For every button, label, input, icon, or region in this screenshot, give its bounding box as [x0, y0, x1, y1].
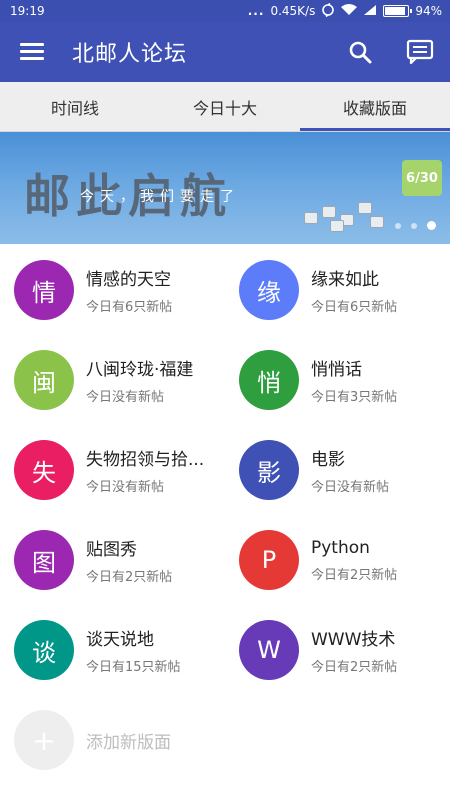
board-name: WWW技术: [311, 630, 396, 650]
wifi-icon: [341, 3, 358, 19]
add-board-label: 添加新版面: [86, 732, 171, 753]
board-name: 贴图秀: [86, 540, 137, 560]
status-bar: 19:19 ... 0.45K/s 94%: [0, 0, 450, 22]
board-item[interactable]: 图 贴图秀今日有2只新帖: [0, 515, 225, 605]
board-avatar: 谈: [14, 620, 74, 680]
board-new-posts: 今日有15只新帖: [86, 660, 181, 675]
board-new-posts: 今日有2只新帖: [311, 567, 398, 583]
add-icon: +: [14, 710, 74, 770]
board-name: 电影: [311, 450, 345, 470]
board-avatar: 图: [14, 530, 74, 590]
message-icon: [406, 39, 434, 65]
board-item[interactable]: W WWW技术今日有2只新帖: [225, 605, 450, 695]
keyboard-keys-image: [300, 192, 390, 232]
board-new-posts: 今日有6只新帖: [311, 300, 398, 315]
board-name: 缘来如此: [311, 270, 379, 290]
board-avatar: 缘: [239, 260, 299, 320]
carousel-dot[interactable]: [411, 222, 417, 229]
carousel-indicator: [395, 221, 436, 230]
board-avatar: 影: [239, 440, 299, 500]
menu-icon: [20, 43, 44, 61]
board-name: 情感的天空: [86, 270, 171, 290]
app-title: 北邮人论坛: [72, 42, 188, 67]
app-bar: 北邮人论坛: [0, 22, 450, 82]
message-button[interactable]: [390, 22, 450, 82]
board-new-posts: 今日有6只新帖: [86, 300, 173, 315]
board-item[interactable]: 情 情感的天空今日有6只新帖: [0, 245, 225, 335]
banner-subtitle: 今天，我们要走了: [80, 189, 240, 205]
menu-button[interactable]: [0, 22, 64, 82]
signal-icon: [363, 4, 377, 19]
board-avatar: 情: [14, 260, 74, 320]
search-button[interactable]: [330, 22, 390, 82]
board-avatar: 悄: [239, 350, 299, 410]
board-avatar: W: [239, 620, 299, 680]
board-item[interactable]: P Python 今日有2只新帖: [225, 515, 450, 605]
board-name: 八闽玲珑·福建: [86, 360, 194, 380]
tab-bar: 时间线 今日十大 收藏版面: [0, 82, 450, 132]
board-name: Python: [311, 537, 370, 558]
carousel-dot-active[interactable]: [427, 221, 436, 230]
board-item[interactable]: 影 电影今日没有新帖: [225, 425, 450, 515]
board-avatar: P: [239, 530, 299, 590]
battery-level: 94%: [415, 4, 442, 18]
board-item[interactable]: 谈 谈天说地今日有15只新帖: [0, 605, 225, 695]
board-new-posts: 今日有2只新帖: [86, 570, 173, 585]
board-name: 悄悄话: [311, 360, 362, 380]
board-new-posts: 今日没有新帖: [86, 480, 165, 495]
sync-icon: [321, 2, 335, 20]
board-new-posts: 今日没有新帖: [86, 390, 165, 405]
board-name: 失物招领与拾...: [86, 450, 205, 470]
add-board-button[interactable]: + 添加新版面: [0, 695, 225, 785]
board-new-posts: 今日有3只新帖: [311, 390, 398, 405]
network-speed: 0.45K/s: [270, 4, 316, 18]
tab-timeline[interactable]: 时间线: [0, 82, 150, 131]
status-time: 19:19: [10, 4, 45, 18]
board-item[interactable]: 悄 悄悄话今日有3只新帖: [225, 335, 450, 425]
status-dots: ...: [247, 4, 265, 18]
board-avatar: 失: [14, 440, 74, 500]
carousel-dot[interactable]: [395, 222, 401, 229]
board-item[interactable]: 闽 八闽玲珑·福建今日没有新帖: [0, 335, 225, 425]
search-icon: [349, 41, 372, 64]
board-name: 谈天说地: [86, 630, 154, 650]
board-avatar: 闽: [14, 350, 74, 410]
calendar-badge: 6/30: [402, 160, 442, 196]
tab-top-ten[interactable]: 今日十大: [150, 82, 300, 131]
board-item[interactable]: 失 失物招领与拾... 今日没有新帖: [0, 425, 225, 515]
board-new-posts: 今日有2只新帖: [311, 660, 398, 675]
tab-favorite-boards[interactable]: 收藏版面: [300, 82, 450, 131]
banner-carousel[interactable]: 邮此启航 今天，我们要走了 6/30: [0, 132, 450, 244]
board-item[interactable]: 缘 缘来如此今日有6只新帖: [225, 245, 450, 335]
status-indicators: ... 0.45K/s 94%: [247, 2, 442, 20]
battery-icon: [383, 5, 413, 17]
board-new-posts: 今日没有新帖: [311, 480, 390, 495]
